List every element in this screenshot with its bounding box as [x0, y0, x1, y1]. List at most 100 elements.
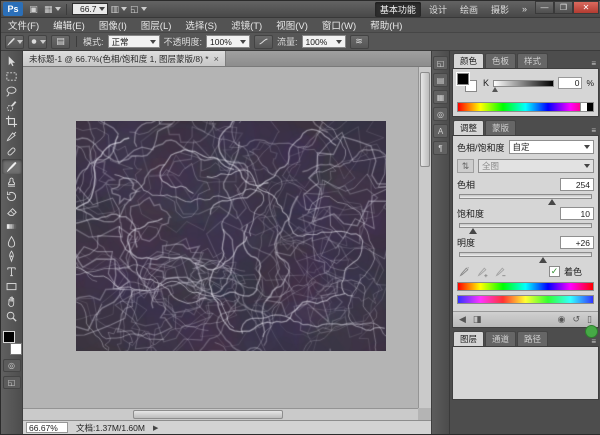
- workspace-design-button[interactable]: 设计: [424, 2, 452, 17]
- crop-tool[interactable]: [2, 114, 22, 129]
- character-panel-icon[interactable]: A: [433, 124, 448, 138]
- close-button[interactable]: ✕: [573, 1, 599, 14]
- status-menu-arrow-icon[interactable]: ▶: [153, 424, 158, 432]
- screen-mode-icon[interactable]: ◱: [130, 3, 147, 16]
- bridge-icon[interactable]: ▣: [26, 3, 41, 16]
- zoom-tool[interactable]: [2, 309, 22, 324]
- colorize-checkbox[interactable]: ✓: [549, 266, 560, 277]
- menu-window[interactable]: 窗口(W): [315, 18, 363, 32]
- quick-selection-tool[interactable]: [2, 99, 22, 114]
- menu-layer[interactable]: 图层(L): [134, 18, 179, 32]
- toggle-brush-panel-icon[interactable]: ▤: [51, 35, 70, 49]
- targeted-adjustment-icon[interactable]: ⇅: [457, 159, 474, 173]
- tab-color[interactable]: 颜色: [453, 53, 484, 68]
- visibility-eye-icon[interactable]: ◉: [558, 314, 566, 325]
- vertical-scrollbar-thumb[interactable]: [420, 72, 430, 167]
- menu-filter[interactable]: 滤镜(T): [224, 18, 269, 32]
- tab-styles[interactable]: 样式: [517, 53, 548, 68]
- add-eyedropper-icon[interactable]: [475, 265, 489, 278]
- menu-edit[interactable]: 编辑(E): [46, 18, 92, 32]
- panel-menu-icon[interactable]: ≡: [588, 126, 599, 135]
- shape-tool[interactable]: [2, 279, 22, 294]
- sample-eyedropper-icon[interactable]: [457, 265, 471, 278]
- hue-slider-thumb[interactable]: [548, 199, 556, 205]
- reset-icon[interactable]: ↺: [573, 314, 581, 325]
- preset-select[interactable]: 自定: [509, 140, 594, 154]
- tab-swatches[interactable]: 色板: [485, 53, 516, 68]
- canvas-area[interactable]: [23, 67, 418, 408]
- navigator-panel-icon[interactable]: ◱: [433, 56, 448, 70]
- view-extras-icon[interactable]: ▦: [44, 3, 61, 16]
- spot-healing-tool[interactable]: [2, 144, 22, 159]
- minimize-button[interactable]: —: [535, 1, 554, 14]
- panel-menu-icon[interactable]: ≡: [588, 59, 599, 68]
- workspace-painting-button[interactable]: 绘画: [455, 2, 483, 17]
- move-tool[interactable]: [2, 54, 22, 69]
- marquee-tool[interactable]: [2, 69, 22, 84]
- pen-tool[interactable]: [2, 249, 22, 264]
- horizontal-scrollbar[interactable]: [23, 408, 418, 420]
- lightness-value-field[interactable]: +26: [560, 236, 594, 249]
- saturation-value-field[interactable]: 10: [560, 207, 594, 220]
- tab-masks[interactable]: 蒙版: [485, 120, 516, 135]
- zoom-level-field[interactable]: 66.7: [72, 3, 108, 15]
- brush-tool[interactable]: [2, 159, 22, 174]
- tab-paths[interactable]: 路径: [517, 331, 548, 346]
- blur-tool[interactable]: [2, 234, 22, 249]
- saturation-slider-thumb[interactable]: [469, 228, 477, 234]
- foreground-swatch[interactable]: [457, 73, 469, 85]
- vertical-scrollbar[interactable]: [418, 67, 431, 408]
- foreground-color-swatch[interactable]: [3, 331, 15, 343]
- background-color-swatch[interactable]: [10, 343, 22, 355]
- menu-select[interactable]: 选择(S): [178, 18, 224, 32]
- histogram-panel-icon[interactable]: ▦: [433, 90, 448, 104]
- restore-button[interactable]: ❐: [554, 1, 573, 14]
- k-slider[interactable]: [493, 80, 554, 87]
- clone-source-panel-icon[interactable]: ◎: [433, 107, 448, 121]
- tool-preset-picker[interactable]: [5, 35, 24, 49]
- channel-select[interactable]: 全图: [478, 159, 594, 173]
- history-brush-tool[interactable]: [2, 189, 22, 204]
- lightness-slider[interactable]: [459, 252, 592, 257]
- menu-help[interactable]: 帮助(H): [363, 18, 409, 32]
- k-slider-thumb[interactable]: [492, 87, 498, 92]
- opacity-select[interactable]: 100%: [206, 35, 250, 48]
- eyedropper-tool[interactable]: [2, 129, 22, 144]
- tab-close-icon[interactable]: ×: [214, 54, 219, 64]
- horizontal-scrollbar-thumb[interactable]: [133, 410, 283, 419]
- status-zoom-field[interactable]: 66.67%: [26, 422, 68, 433]
- lightness-slider-thumb[interactable]: [539, 257, 547, 263]
- delete-adjustment-icon[interactable]: ▯: [587, 314, 592, 325]
- arrange-documents-icon[interactable]: ▥: [111, 3, 128, 16]
- menu-file[interactable]: 文件(F): [1, 18, 46, 32]
- spectrum-bw-swatches[interactable]: [580, 102, 594, 112]
- paragraph-panel-icon[interactable]: ¶: [433, 141, 448, 155]
- tab-channels[interactable]: 通道: [485, 331, 516, 346]
- quick-mask-button[interactable]: ◎: [3, 359, 21, 372]
- return-to-list-icon[interactable]: ◀: [459, 314, 466, 325]
- lasso-tool[interactable]: [2, 84, 22, 99]
- document-canvas-image[interactable]: [76, 121, 386, 351]
- k-value-field[interactable]: 0: [558, 77, 582, 89]
- saturation-slider[interactable]: [459, 223, 592, 228]
- document-tab[interactable]: 未标题-1 @ 66.7%(色相/饱和度 1, 图层蒙版/8) * ×: [23, 51, 226, 66]
- workspace-overflow-icon[interactable]: »: [517, 3, 532, 15]
- panel-menu-icon[interactable]: ≡: [588, 337, 599, 346]
- info-panel-icon[interactable]: ▤: [433, 73, 448, 87]
- tablet-pressure-icon[interactable]: [254, 35, 273, 49]
- brush-preset-picker[interactable]: [28, 35, 47, 49]
- mode-select[interactable]: 正常: [108, 35, 160, 48]
- hand-tool[interactable]: [2, 294, 22, 309]
- airbrush-toggle-icon[interactable]: ≋: [350, 35, 369, 49]
- tab-adjustments[interactable]: 调整: [453, 120, 484, 135]
- eraser-tool[interactable]: [2, 204, 22, 219]
- clip-to-layer-icon[interactable]: ◨: [473, 314, 482, 325]
- workspace-photography-button[interactable]: 摄影: [486, 2, 514, 17]
- hue-slider[interactable]: [459, 194, 592, 199]
- type-tool[interactable]: [2, 264, 22, 279]
- workspace-basic-button[interactable]: 基本功能: [375, 2, 421, 17]
- flow-select[interactable]: 100%: [302, 35, 346, 48]
- subtract-eyedropper-icon[interactable]: [493, 265, 507, 278]
- tab-layers[interactable]: 图层: [453, 331, 484, 346]
- menu-image[interactable]: 图像(I): [92, 18, 134, 32]
